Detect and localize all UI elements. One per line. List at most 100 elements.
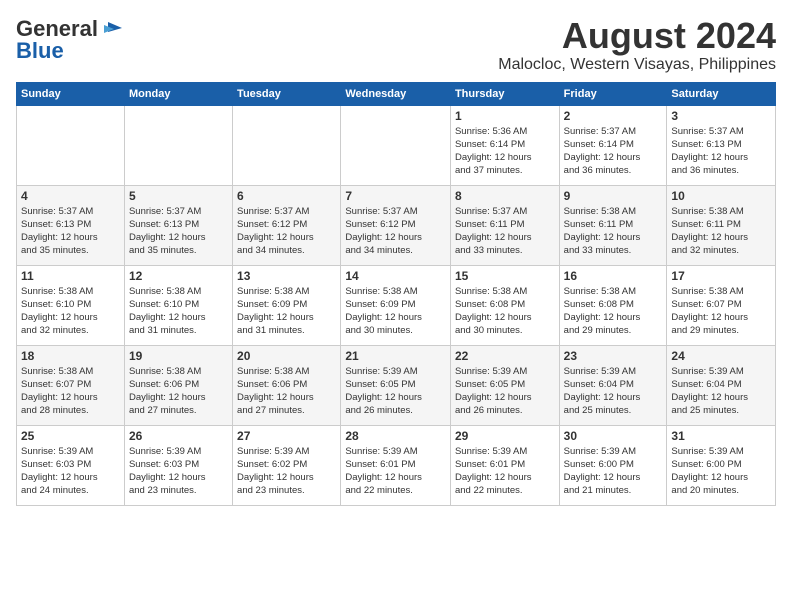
day-info: Sunrise: 5:38 AM Sunset: 6:06 PM Dayligh… — [129, 365, 228, 418]
day-info: Sunrise: 5:39 AM Sunset: 6:01 PM Dayligh… — [345, 445, 446, 498]
calendar-cell: 26Sunrise: 5:39 AM Sunset: 6:03 PM Dayli… — [124, 425, 232, 505]
day-info: Sunrise: 5:37 AM Sunset: 6:11 PM Dayligh… — [455, 205, 555, 258]
calendar-cell: 28 Sunrise: 5:39 AM Sunset: 6:01 PM Dayli… — [341, 425, 451, 505]
day-number: 6 — [237, 189, 336, 203]
day-number: 30 — [564, 429, 663, 443]
calendar-week-row: 11 Sunrise: 5:38 AM Sunset: 6:10 PM Dayli… — [17, 265, 776, 345]
day-number: 19 — [129, 349, 228, 363]
calendar-cell — [17, 105, 125, 185]
calendar-cell: 31 Sunrise: 5:39 AM Sunset: 6:00 PM Dayli… — [667, 425, 776, 505]
logo-blue-text: Blue — [16, 38, 64, 64]
calendar-cell: 14 Sunrise: 5:38 AM Sunset: 6:09 PM Dayli… — [341, 265, 451, 345]
day-info: Sunrise: 5:39 AM Sunset: 6:00 PM Dayligh… — [564, 445, 663, 498]
header-wednesday: Wednesday — [341, 82, 451, 105]
day-number: 25 — [21, 429, 120, 443]
calendar-cell: 10 Sunrise: 5:38 AM Sunset: 6:11 PM Dayli… — [667, 185, 776, 265]
day-info: Sunrise: 5:39 AM Sunset: 6:04 PM Dayligh… — [564, 365, 663, 418]
calendar-cell: 11 Sunrise: 5:38 AM Sunset: 6:10 PM Dayli… — [17, 265, 125, 345]
header-saturday: Saturday — [667, 82, 776, 105]
calendar-cell: 22 Sunrise: 5:39 AM Sunset: 6:05 PM Dayli… — [450, 345, 559, 425]
day-info: Sunrise: 5:38 AM Sunset: 6:09 PM Dayligh… — [345, 285, 446, 338]
day-number: 10 — [671, 189, 771, 203]
day-number: 21 — [345, 349, 446, 363]
day-info: Sunrise: 5:39 AM Sunset: 6:03 PM Dayligh… — [21, 445, 120, 498]
day-number: 16 — [564, 269, 663, 283]
calendar-cell: 18Sunrise: 5:38 AM Sunset: 6:07 PM Dayli… — [17, 345, 125, 425]
logo-bird-icon — [100, 20, 122, 38]
day-number: 13 — [237, 269, 336, 283]
page-header: General Blue August 2024 Malocloc, Weste… — [16, 16, 776, 74]
calendar-cell: 13 Sunrise: 5:38 AM Sunset: 6:09 PM Dayli… — [233, 265, 341, 345]
calendar-cell: 27Sunrise: 5:39 AM Sunset: 6:02 PM Dayli… — [233, 425, 341, 505]
location-title: Malocloc, Western Visayas, Philippines — [498, 56, 776, 74]
day-info: Sunrise: 5:39 AM Sunset: 6:00 PM Dayligh… — [671, 445, 771, 498]
calendar-week-row: 4 Sunrise: 5:37 AM Sunset: 6:13 PM Daylig… — [17, 185, 776, 265]
day-info: Sunrise: 5:37 AM Sunset: 6:12 PM Dayligh… — [237, 205, 336, 258]
logo: General Blue — [16, 16, 122, 64]
day-number: 27 — [237, 429, 336, 443]
day-number: 8 — [455, 189, 555, 203]
calendar-week-row: 25 Sunrise: 5:39 AM Sunset: 6:03 PM Dayli… — [17, 425, 776, 505]
calendar-cell — [341, 105, 451, 185]
calendar-table: SundayMondayTuesdayWednesdayThursdayFrid… — [16, 82, 776, 506]
day-number: 1 — [455, 109, 555, 123]
day-number: 29 — [455, 429, 555, 443]
header-thursday: Thursday — [450, 82, 559, 105]
day-info: Sunrise: 5:38 AM Sunset: 6:10 PM Dayligh… — [21, 285, 120, 338]
calendar-cell: 6 Sunrise: 5:37 AM Sunset: 6:12 PM Daylig… — [233, 185, 341, 265]
calendar-cell: 1Sunrise: 5:36 AM Sunset: 6:14 PM Daylig… — [450, 105, 559, 185]
day-number: 22 — [455, 349, 555, 363]
calendar-cell: 2Sunrise: 5:37 AM Sunset: 6:14 PM Daylig… — [559, 105, 667, 185]
day-info: Sunrise: 5:38 AM Sunset: 6:07 PM Dayligh… — [21, 365, 120, 418]
calendar-cell: 3Sunrise: 5:37 AM Sunset: 6:13 PM Daylig… — [667, 105, 776, 185]
day-info: Sunrise: 5:38 AM Sunset: 6:06 PM Dayligh… — [237, 365, 336, 418]
day-number: 28 — [345, 429, 446, 443]
calendar-cell: 7 Sunrise: 5:37 AM Sunset: 6:12 PM Daylig… — [341, 185, 451, 265]
calendar-week-row: 18Sunrise: 5:38 AM Sunset: 6:07 PM Dayli… — [17, 345, 776, 425]
day-number: 11 — [21, 269, 120, 283]
day-info: Sunrise: 5:38 AM Sunset: 6:08 PM Dayligh… — [564, 285, 663, 338]
header-friday: Friday — [559, 82, 667, 105]
day-info: Sunrise: 5:39 AM Sunset: 6:05 PM Dayligh… — [455, 365, 555, 418]
day-info: Sunrise: 5:38 AM Sunset: 6:11 PM Dayligh… — [564, 205, 663, 258]
calendar-cell: 24 Sunrise: 5:39 AM Sunset: 6:04 PM Dayli… — [667, 345, 776, 425]
day-info: Sunrise: 5:38 AM Sunset: 6:07 PM Dayligh… — [671, 285, 771, 338]
day-info: Sunrise: 5:37 AM Sunset: 6:12 PM Dayligh… — [345, 205, 446, 258]
calendar-cell — [124, 105, 232, 185]
day-number: 7 — [345, 189, 446, 203]
day-number: 20 — [237, 349, 336, 363]
day-number: 31 — [671, 429, 771, 443]
calendar-cell: 19 Sunrise: 5:38 AM Sunset: 6:06 PM Dayli… — [124, 345, 232, 425]
calendar-cell: 17 Sunrise: 5:38 AM Sunset: 6:07 PM Dayli… — [667, 265, 776, 345]
calendar-header-row: SundayMondayTuesdayWednesdayThursdayFrid… — [17, 82, 776, 105]
day-info: Sunrise: 5:38 AM Sunset: 6:09 PM Dayligh… — [237, 285, 336, 338]
calendar-cell — [233, 105, 341, 185]
day-number: 23 — [564, 349, 663, 363]
day-info: Sunrise: 5:38 AM Sunset: 6:11 PM Dayligh… — [671, 205, 771, 258]
day-number: 24 — [671, 349, 771, 363]
day-number: 14 — [345, 269, 446, 283]
day-info: Sunrise: 5:37 AM Sunset: 6:13 PM Dayligh… — [21, 205, 120, 258]
day-info: Sunrise: 5:37 AM Sunset: 6:13 PM Dayligh… — [129, 205, 228, 258]
calendar-cell: 4 Sunrise: 5:37 AM Sunset: 6:13 PM Daylig… — [17, 185, 125, 265]
day-number: 4 — [21, 189, 120, 203]
day-info: Sunrise: 5:39 AM Sunset: 6:01 PM Dayligh… — [455, 445, 555, 498]
day-number: 12 — [129, 269, 228, 283]
calendar-cell: 5Sunrise: 5:37 AM Sunset: 6:13 PM Daylig… — [124, 185, 232, 265]
day-info: Sunrise: 5:38 AM Sunset: 6:08 PM Dayligh… — [455, 285, 555, 338]
day-info: Sunrise: 5:39 AM Sunset: 6:04 PM Dayligh… — [671, 365, 771, 418]
calendar-cell: 29 Sunrise: 5:39 AM Sunset: 6:01 PM Dayli… — [450, 425, 559, 505]
calendar-cell: 9 Sunrise: 5:38 AM Sunset: 6:11 PM Daylig… — [559, 185, 667, 265]
header-sunday: Sunday — [17, 82, 125, 105]
day-number: 17 — [671, 269, 771, 283]
day-number: 15 — [455, 269, 555, 283]
day-info: Sunrise: 5:39 AM Sunset: 6:03 PM Dayligh… — [129, 445, 228, 498]
day-number: 9 — [564, 189, 663, 203]
header-tuesday: Tuesday — [233, 82, 341, 105]
calendar-cell: 15 Sunrise: 5:38 AM Sunset: 6:08 PM Dayli… — [450, 265, 559, 345]
month-title: August 2024 — [498, 16, 776, 56]
day-info: Sunrise: 5:39 AM Sunset: 6:05 PM Dayligh… — [345, 365, 446, 418]
calendar-cell: 16 Sunrise: 5:38 AM Sunset: 6:08 PM Dayli… — [559, 265, 667, 345]
day-number: 2 — [564, 109, 663, 123]
title-section: August 2024 Malocloc, Western Visayas, P… — [498, 16, 776, 74]
